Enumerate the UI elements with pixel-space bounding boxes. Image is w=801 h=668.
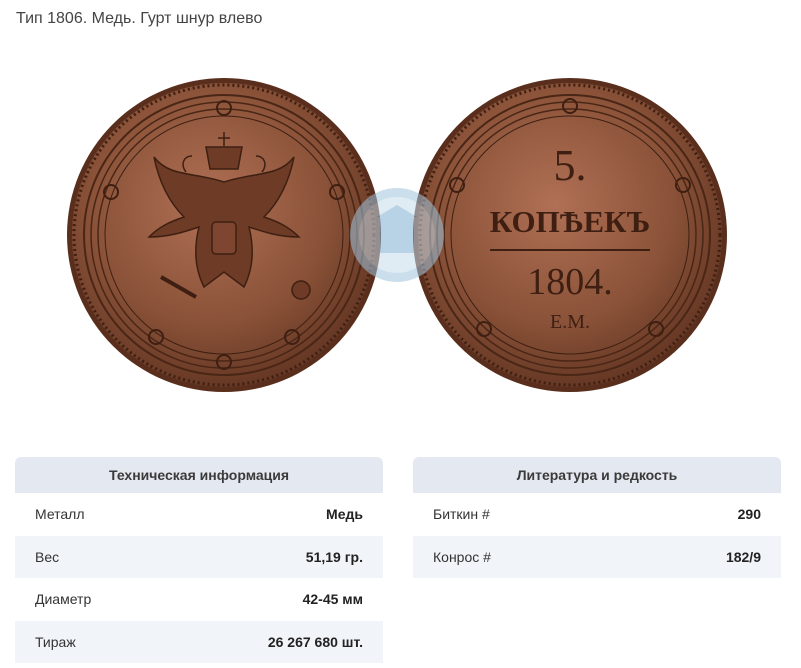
table-row: Биткин # 290 xyxy=(413,493,781,536)
table-row: Вес 51,19 гр. xyxy=(15,535,383,578)
coin-mint: Е.М. xyxy=(550,311,590,333)
row-label: Конрос # xyxy=(433,548,491,565)
table-row: Диаметр 42-45 мм xyxy=(15,578,383,621)
technical-info-header: Техническая информация xyxy=(15,457,383,493)
coin-obverse xyxy=(67,78,381,392)
literature-rarity-table: Литература и редкость Биткин # 290 Конро… xyxy=(413,457,781,578)
table-row: Тираж 26 267 680 шт. xyxy=(15,620,383,663)
coin-reverse: 5. КОПѢЕКЪ 1804. Е.М. xyxy=(413,78,727,392)
coin-image[interactable]: 5. КОПѢЕКЪ 1804. Е.М. xyxy=(66,72,728,398)
table-row: Металл Медь xyxy=(15,493,383,536)
technical-info-table: Техническая информация Металл Медь Вес 5… xyxy=(15,457,383,663)
literature-rarity-header: Литература и редкость xyxy=(413,457,781,493)
coin-year: 1804. xyxy=(527,261,613,303)
row-value: 42-45 мм xyxy=(302,591,363,608)
coin-denomination: 5. xyxy=(554,141,587,190)
row-value: 51,19 гр. xyxy=(305,548,363,565)
row-value: 290 xyxy=(737,506,761,523)
row-label: Вес xyxy=(35,548,60,565)
watermark-logo xyxy=(350,188,444,282)
row-value: 26 267 680 шт. xyxy=(267,633,363,650)
row-label: Металл xyxy=(35,506,85,523)
row-value: 182/9 xyxy=(725,548,761,565)
row-label: Диаметр xyxy=(35,591,92,608)
table-row: Конрос # 182/9 xyxy=(413,535,781,578)
coin-currency: КОПѢЕКЪ xyxy=(490,204,650,239)
row-label: Биткин # xyxy=(433,506,490,523)
page-title: Тип 1806. Медь. Гурт шнур влево xyxy=(16,10,263,27)
row-label: Тираж xyxy=(35,633,76,650)
row-value: Медь xyxy=(326,506,363,523)
